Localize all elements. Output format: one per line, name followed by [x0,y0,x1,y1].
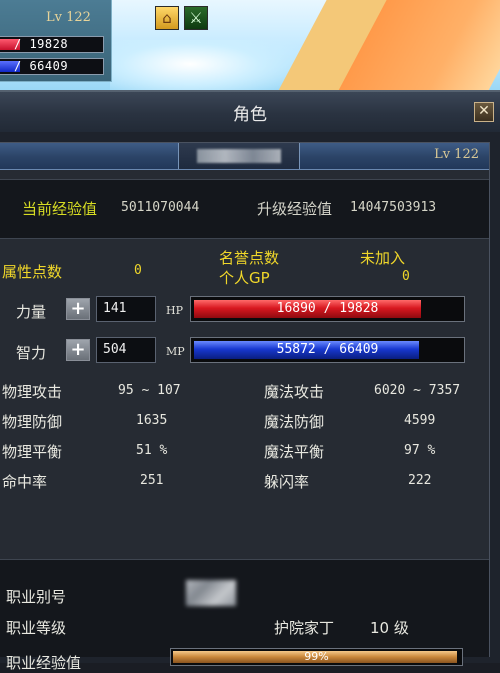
job-name: 护院家丁 [274,619,335,637]
hud-hp-text: / 19828 [14,37,69,51]
phys-defense-value: 1635 [136,413,168,428]
hud-hp-bar: / 19828 [0,36,104,53]
hud-mp-bar: / 66409 [0,58,104,75]
current-exp-label: 当前经验值 [22,200,98,218]
hit-rate-label: 命中率 [2,473,48,491]
magic-attack-value: 6020 ~ 7357 [374,383,461,398]
mp-tag: MP [166,345,185,358]
close-button[interactable]: ✕ [474,102,494,122]
magic-attack-label: 魔法攻击 [264,383,325,401]
character-sheet: Lv 122 当前经验值 5011070044 升级经验值 1404750391… [0,142,490,672]
strength-label: 力量 [16,303,47,321]
hud-hp-value: 19828 [29,37,69,51]
job-level-value: 10 级 [370,619,409,637]
personal-gp-value: 0 [402,269,410,284]
dodge-rate-label: 躲闪率 [264,473,310,491]
phys-attack-value: 95 ~ 107 [118,383,181,398]
intelligence-label: 智力 [16,344,47,362]
phys-balance-label: 物理平衡 [2,443,63,461]
magic-balance-label: 魔法平衡 [264,443,325,461]
hud-mp-text: / 66409 [14,59,69,73]
job-exp-bar: 99% [170,648,463,666]
hp-tag: HP [166,304,183,317]
strength-plus-button[interactable]: + [66,298,90,320]
window-titlebar[interactable]: 角色 ✕ [0,90,500,132]
hp-bar-text: 16890 / 19828 [276,301,379,316]
next-exp-value: 14047503913 [350,200,437,215]
hp-bar: 16890 / 19828 [190,296,465,322]
name-bar: Lv 122 [0,143,489,170]
current-exp-value: 5011070044 [121,200,200,215]
character-window: 角色 ✕ Lv 122 当前经验值 5011070044 升级经验值 14047… [0,90,500,672]
job-alias-blurred [186,580,236,606]
phys-attack-label: 物理攻击 [2,383,63,401]
dodge-rate-value: 222 [408,473,432,488]
sword-icon[interactable]: ⚔ [184,6,208,30]
intelligence-plus-button[interactable]: + [66,339,90,361]
game-scene: Lv 122 / 19828 / 66409 ⌂ ⚔ [0,0,500,90]
job-alias-label: 职业别号 [6,588,67,606]
attr-points-label: 属性点数 [2,263,63,281]
magic-balance-value: 97 % [404,443,436,458]
honor-status: 未加入 [360,249,406,267]
experience-box: 当前经验值 5011070044 升级经验值 14047503913 [0,179,489,239]
player-status-box: Lv 122 / 19828 / 66409 [0,0,112,82]
mp-bar: 55872 / 66409 [190,337,465,363]
character-level: Lv 122 [434,147,479,162]
hud-level: Lv 122 [46,10,91,25]
house-icon[interactable]: ⌂ [155,6,179,30]
phys-balance-value: 51 % [136,443,168,458]
attr-points-value: 0 [134,263,142,278]
character-name-blurred [197,149,281,163]
phys-defense-label: 物理防御 [2,413,63,431]
mp-bar-text: 55872 / 66409 [276,342,379,357]
job-level-label: 职业等级 [6,619,67,637]
honor-points-label: 名誉点数 [219,249,280,267]
strength-value: 141 [96,296,156,322]
magic-defense-label: 魔法防御 [264,413,325,431]
hit-rate-value: 251 [140,473,164,488]
intelligence-value: 504 [96,337,156,363]
personal-gp-label: 个人GP [219,269,270,287]
job-box: 职业别号 职业等级 护院家丁 10 级 职业经验值 [0,559,489,672]
magic-defense-value: 4599 [404,413,436,428]
hud-mp-value: 66409 [29,59,69,73]
scene-water [110,40,310,90]
next-exp-label: 升级经验值 [257,200,333,218]
window-title: 角色 [233,105,267,125]
character-name-tab [178,143,300,169]
